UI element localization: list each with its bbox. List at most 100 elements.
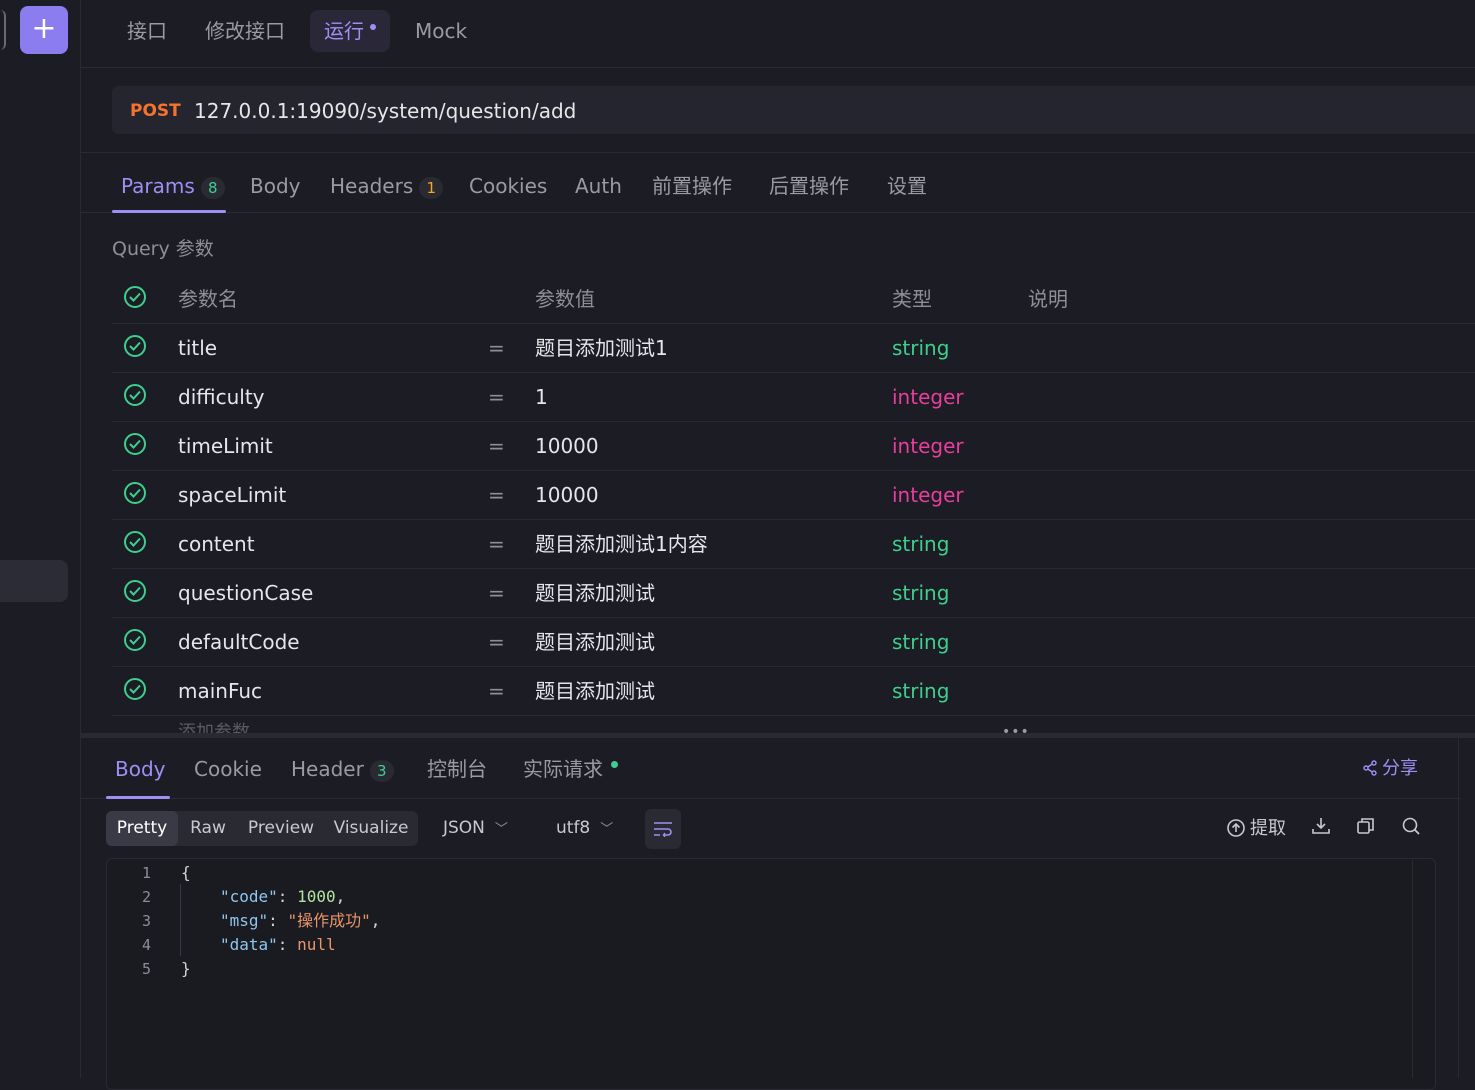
param-value[interactable]: 题目添加测试1: [535, 323, 668, 373]
code-line: "code": 1000,: [220, 885, 345, 909]
param-name[interactable]: title: [178, 323, 217, 373]
param-value[interactable]: 10000: [535, 421, 599, 471]
param-name[interactable]: questionCase: [178, 568, 313, 618]
table-row[interactable]: mainFuc = 题目添加测试 string: [112, 666, 1475, 716]
share-label: 分享: [1382, 758, 1418, 779]
tab-post-ops[interactable]: 后置操作: [769, 166, 849, 206]
json-null: null: [297, 935, 336, 954]
table-row[interactable]: timeLimit = 10000 integer: [112, 421, 1475, 471]
param-type[interactable]: string: [892, 568, 949, 618]
table-row[interactable]: difficulty = 1 integer: [112, 372, 1475, 422]
pane-splitter[interactable]: [81, 733, 1475, 738]
tab-response-cookie[interactable]: Cookie: [194, 748, 262, 790]
param-name[interactable]: spaceLimit: [178, 470, 286, 520]
params-count-badge: 8: [200, 177, 225, 199]
json-colon: :: [277, 935, 298, 954]
view-preview-button[interactable]: Preview: [242, 811, 320, 846]
row-checkbox-icon[interactable]: [124, 384, 146, 406]
tab-headers[interactable]: Headers 1: [330, 166, 444, 206]
drag-handle-icon[interactable]: •••: [1002, 724, 1030, 740]
param-value[interactable]: 题目添加测试: [535, 617, 655, 667]
table-row[interactable]: defaultCode = 题目添加测试 string: [112, 617, 1475, 667]
param-name[interactable]: timeLimit: [178, 421, 273, 471]
row-checkbox-icon[interactable]: [124, 335, 146, 357]
param-value[interactable]: 1: [535, 372, 548, 422]
unsaved-dot: [370, 23, 376, 30]
tab-edit-interface[interactable]: 修改接口: [191, 10, 299, 52]
url-input[interactable]: 127.0.0.1:19090/system/question/add: [194, 86, 576, 136]
tab-response-body[interactable]: Body: [115, 748, 166, 790]
extract-button[interactable]: 提取: [1226, 816, 1286, 842]
rail-selected-item[interactable]: [0, 560, 68, 602]
tab-pre-ops[interactable]: 前置操作: [652, 166, 732, 206]
param-type[interactable]: integer: [892, 470, 964, 520]
row-checkbox-icon[interactable]: [124, 531, 146, 553]
column-header-type: 类型: [892, 287, 932, 311]
param-name[interactable]: mainFuc: [178, 666, 262, 716]
tab-body[interactable]: Body: [250, 166, 301, 206]
param-type[interactable]: integer: [892, 421, 964, 471]
row-checkbox-icon[interactable]: [124, 629, 146, 651]
equals-sign: =: [488, 483, 505, 507]
equals-sign: =: [488, 532, 505, 556]
view-pretty-button[interactable]: Pretty: [106, 811, 178, 846]
view-visualize-button[interactable]: Visualize: [328, 811, 414, 846]
view-raw-button[interactable]: Raw: [182, 811, 234, 846]
param-name[interactable]: content: [178, 519, 255, 569]
code-scrollbar[interactable]: [1412, 860, 1413, 1078]
chevron-down-icon: ﹀: [600, 822, 614, 837]
param-type[interactable]: string: [892, 666, 949, 716]
tab-cookies[interactable]: Cookies: [469, 166, 547, 206]
equals-sign: =: [488, 336, 505, 360]
table-row[interactable]: questionCase = 题目添加测试 string: [112, 568, 1475, 618]
param-name[interactable]: difficulty: [178, 372, 265, 422]
table-row[interactable]: content = 题目添加测试1内容 string: [112, 519, 1475, 569]
tab-actual-request[interactable]: 实际请求: [523, 748, 618, 790]
encoding-select[interactable]: utf8 ﹀: [556, 811, 613, 846]
url-bar[interactable]: POST 127.0.0.1:19090/system/question/add: [112, 86, 1475, 134]
code-line: {: [181, 863, 191, 882]
divider: [81, 152, 1475, 153]
tab-params[interactable]: Params 8: [121, 166, 225, 206]
share-button[interactable]: 分享: [1362, 756, 1418, 782]
tab-response-header[interactable]: Header 3: [291, 748, 394, 790]
line-number: 5: [141, 960, 151, 978]
param-value[interactable]: 10000: [535, 470, 599, 520]
tab-auth[interactable]: Auth: [575, 166, 622, 206]
tab-settings[interactable]: 设置: [887, 166, 927, 206]
row-checkbox-icon[interactable]: [124, 678, 146, 700]
wrap-lines-button[interactable]: [645, 809, 681, 849]
wrap-lines-icon: [654, 822, 672, 837]
copy-button[interactable]: [1356, 816, 1376, 842]
divider: [81, 212, 1475, 213]
search-button[interactable]: [1401, 816, 1421, 842]
download-button[interactable]: [1311, 816, 1331, 842]
tab-run[interactable]: 运行: [310, 10, 390, 52]
row-checkbox-icon[interactable]: [124, 482, 146, 504]
row-checkbox-icon[interactable]: [124, 433, 146, 455]
tab-mock[interactable]: Mock: [401, 10, 481, 52]
table-header-row: 参数名 参数值 类型 说明: [112, 274, 1475, 324]
response-code-view[interactable]: 1 2 3 4 5 { "code": 1000, "msg": "操作成功",…: [106, 858, 1436, 1090]
tab-console[interactable]: 控制台: [427, 748, 487, 790]
json-comma: ,: [370, 911, 381, 930]
collapse-caret-icon[interactable]: [0, 10, 6, 50]
param-name[interactable]: defaultCode: [178, 617, 300, 667]
add-button[interactable]: +: [20, 6, 68, 54]
table-row[interactable]: title = 题目添加测试1 string: [112, 323, 1475, 373]
param-value[interactable]: 题目添加测试1内容: [535, 519, 708, 569]
header-count-badge: 3: [369, 760, 394, 782]
param-type[interactable]: string: [892, 323, 949, 373]
select-all-checkbox-icon[interactable]: [124, 286, 146, 308]
table-row[interactable]: spaceLimit = 10000 integer: [112, 470, 1475, 520]
param-value[interactable]: 题目添加测试: [535, 568, 655, 618]
param-type[interactable]: integer: [892, 372, 964, 422]
format-select[interactable]: JSON ﹀: [443, 811, 508, 846]
param-type[interactable]: string: [892, 617, 949, 667]
method-select[interactable]: POST: [130, 86, 181, 136]
param-value[interactable]: 题目添加测试: [535, 666, 655, 716]
row-checkbox-icon[interactable]: [124, 580, 146, 602]
share-icon: [1363, 760, 1377, 776]
tab-interface[interactable]: 接口: [113, 10, 181, 52]
param-type[interactable]: string: [892, 519, 949, 569]
